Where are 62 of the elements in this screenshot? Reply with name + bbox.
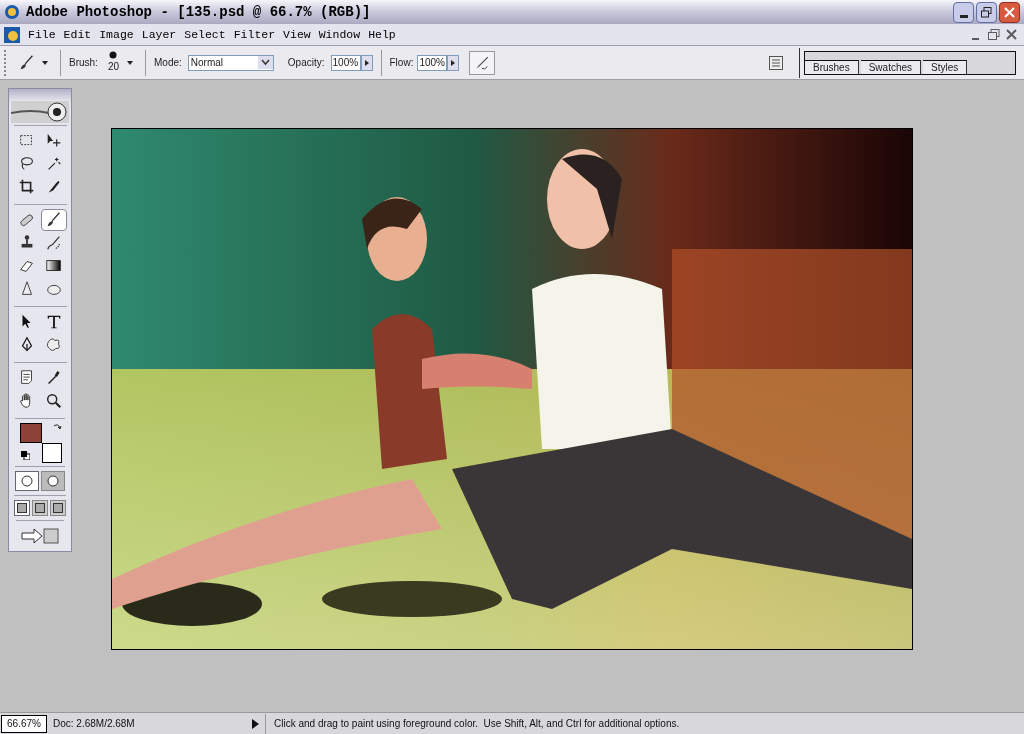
menu-item[interactable]: View	[279, 25, 315, 44]
arrow-to-app-icon	[20, 525, 60, 545]
crop-icon	[17, 178, 36, 196]
swap-arrows-icon[interactable]	[53, 423, 62, 432]
mask-mode-button[interactable]	[15, 471, 39, 491]
default-colors-icon[interactable]	[21, 451, 30, 460]
window-title: Adobe Photoshop - [135.psd @ 66.7% (RGB)]	[26, 2, 371, 22]
palette-tab[interactable]: Brushes	[805, 59, 859, 74]
caret-icon	[42, 60, 48, 65]
magnifier-icon	[44, 392, 63, 410]
brush-tip-icon	[109, 51, 118, 59]
brush-size: 20	[107, 60, 120, 74]
blob-shape-icon	[44, 336, 63, 354]
triangle-right-icon[interactable]	[252, 718, 259, 729]
screen-mode-button[interactable]	[14, 500, 30, 516]
menu-item[interactable]: Edit	[59, 25, 96, 44]
screen-mode-button[interactable]	[32, 500, 48, 516]
flow-field[interactable]: 100%	[417, 54, 448, 71]
mask-mode-button[interactable]	[41, 471, 65, 491]
opacity-label: Opacity:	[287, 56, 325, 70]
flow-label: Flow:	[389, 56, 414, 70]
menu-item[interactable]: File	[24, 25, 60, 44]
menu-item[interactable]: Filter	[229, 25, 280, 44]
circle-icon	[21, 475, 33, 487]
brush-label: Brush:	[69, 56, 98, 70]
triangle-right-icon	[364, 59, 369, 66]
brush-picker[interactable]: 20	[107, 51, 134, 74]
tool-button[interactable]	[40, 209, 67, 231]
close-icon	[1004, 6, 1015, 18]
caret-icon	[127, 60, 134, 65]
menu-item[interactable]: Help	[364, 25, 400, 44]
mode-dropdown[interactable]: Normal	[187, 54, 274, 71]
circle-icon	[47, 475, 59, 487]
menu-item[interactable]: Select	[180, 25, 230, 44]
close-button[interactable]	[999, 1, 1020, 23]
eye-logo-icon	[11, 101, 69, 123]
screen-mode-button[interactable]	[50, 500, 66, 516]
mode-label: Mode:	[154, 56, 182, 70]
status-message: Click and drag to paint using foreground color. Use Shift, Alt, and Ctrl for additional options.	[273, 717, 680, 731]
document-icon	[4, 26, 20, 43]
foreground-color-swatch[interactable]	[20, 423, 42, 443]
brush-icon	[18, 53, 36, 72]
airbrush-button[interactable]	[469, 50, 496, 75]
flow-slider-button[interactable]	[447, 54, 460, 71]
restore-button[interactable]	[976, 1, 997, 23]
restore-icon[interactable]	[986, 26, 1002, 43]
brush-arc-icon	[44, 234, 63, 252]
document-size: Doc: 2.68M/2.68M	[52, 717, 136, 731]
palette-tab[interactable]: Styles	[923, 59, 968, 74]
menu-item[interactable]: Window	[314, 25, 365, 44]
menu-item[interactable]: Layer	[137, 25, 181, 44]
menu-item[interactable]: Image	[95, 25, 138, 44]
palette-tab[interactable]: Swatches	[860, 59, 922, 74]
background-color-swatch[interactable]	[42, 443, 62, 463]
zoom-field[interactable]: 66.67%	[1, 714, 47, 733]
palette-menu-icon[interactable]	[769, 55, 783, 70]
minimize-icon	[959, 14, 968, 18]
opacity-field[interactable]: 100%	[330, 54, 361, 71]
app-icon	[4, 4, 20, 20]
restore-icon	[981, 6, 992, 18]
triangle-right-icon	[451, 59, 456, 66]
minimize-button[interactable]	[953, 1, 974, 23]
